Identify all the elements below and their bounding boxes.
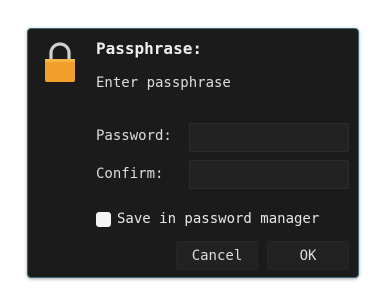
save-password-label: Save in password manager xyxy=(117,211,320,227)
ok-button[interactable]: OK xyxy=(267,241,349,270)
lock-icon xyxy=(45,42,75,82)
password-label: Password: xyxy=(96,128,172,144)
passphrase-dialog: Passphrase: Enter passphrase Password: C… xyxy=(27,28,359,278)
dialog-description: Enter passphrase xyxy=(96,75,231,91)
password-input[interactable] xyxy=(189,123,349,152)
save-password-option[interactable]: Save in password manager xyxy=(96,210,319,228)
confirm-label: Confirm: xyxy=(96,166,164,182)
dialog-title: Passphrase: xyxy=(96,39,202,58)
save-password-checkbox[interactable] xyxy=(96,211,111,227)
cancel-button[interactable]: Cancel xyxy=(176,241,258,270)
confirm-input[interactable] xyxy=(189,160,349,189)
